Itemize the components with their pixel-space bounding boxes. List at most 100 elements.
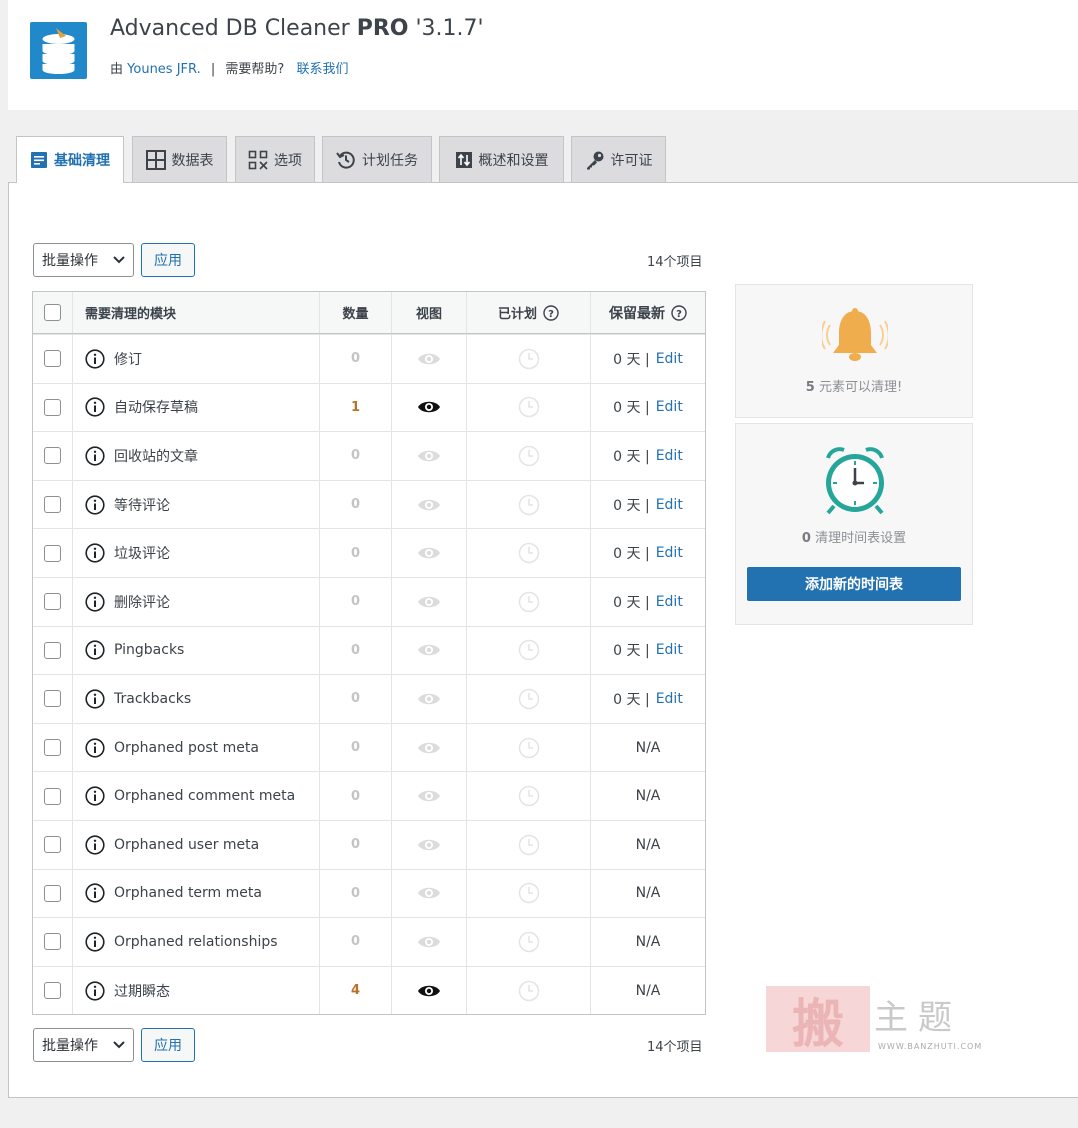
keep-last-value: 0 天 | [613, 546, 650, 563]
info-icon[interactable] [85, 980, 105, 1001]
sort-icon [455, 151, 472, 168]
info-icon[interactable] [85, 494, 105, 515]
item-count: 1 [350, 399, 361, 415]
clock-icon [518, 640, 539, 661]
tab-basic-clean[interactable]: 基础清理 [16, 136, 124, 183]
module-name: Orphaned post meta [114, 739, 259, 756]
item-count: 0 [350, 837, 361, 853]
key-icon [586, 151, 603, 169]
edit-link[interactable]: Edit [656, 399, 683, 415]
info-icon[interactable] [85, 446, 105, 466]
info-icon[interactable] [85, 543, 105, 563]
keep-last-value: 0 天 | [613, 643, 650, 660]
info-icon[interactable] [85, 689, 105, 709]
tab-license[interactable]: 许可证 [571, 136, 666, 182]
svg-text:?: ? [548, 309, 554, 320]
row-checkbox[interactable] [44, 496, 61, 514]
table-row: 自动保存草稿 1 0 天 | Edit [33, 382, 705, 432]
apply-button[interactable]: 应用 [141, 1028, 195, 1062]
bulk-action-select[interactable]: 批量操作 [33, 1028, 134, 1062]
help-icon[interactable]: ? [543, 304, 559, 321]
apply-button[interactable]: 应用 [141, 243, 195, 277]
info-icon[interactable] [85, 397, 105, 417]
info-icon[interactable] [85, 835, 105, 855]
info-icon[interactable] [85, 932, 105, 952]
eye-icon [418, 790, 440, 802]
chevron-down-icon [113, 256, 125, 264]
contact-link[interactable]: 联系我们 [296, 62, 348, 77]
clock-icon [518, 980, 539, 1001]
module-name: 回收站的文章 [114, 448, 198, 465]
chevron-down-icon [113, 1041, 125, 1049]
row-checkbox[interactable] [44, 398, 61, 416]
header-name: 需要清理的模块 [85, 307, 177, 322]
item-count: 0 [350, 594, 361, 610]
schedule-text: 0 清理时间表设置 [736, 527, 972, 546]
edit-link[interactable]: Edit [656, 351, 683, 367]
header-scheduled: 已计划 [497, 307, 537, 322]
tab-label: 概述和设置 [478, 152, 549, 169]
table-row: Orphaned post meta 0 N/A [33, 722, 705, 772]
row-checkbox[interactable] [44, 982, 61, 1000]
eye-icon [418, 888, 440, 899]
row-checkbox[interactable] [44, 884, 61, 902]
cleanable-summary-box: 5 元素可以清理! [735, 284, 973, 418]
row-checkbox[interactable] [44, 836, 61, 854]
row-checkbox[interactable] [44, 690, 61, 708]
row-checkbox[interactable] [44, 787, 61, 805]
table-row: Orphaned relationships 0 N/A [33, 917, 705, 966]
info-icon[interactable] [85, 737, 105, 758]
history-icon [336, 151, 355, 169]
keep-last-value: N/A [635, 739, 661, 756]
item-count: 0 [350, 351, 361, 367]
edit-link[interactable]: Edit [656, 545, 683, 561]
info-icon[interactable] [85, 349, 105, 369]
keep-last-value: 0 天 | [613, 351, 650, 368]
item-count: 0 [350, 740, 361, 756]
bulk-action-select[interactable]: 批量操作 [33, 243, 134, 277]
row-checkbox[interactable] [44, 447, 61, 465]
row-checkbox[interactable] [44, 593, 61, 611]
row-checkbox[interactable] [44, 544, 61, 562]
help-label: 需要帮助? [225, 62, 285, 77]
table-row: 过期瞬态 4 N/A [33, 965, 705, 1015]
info-icon[interactable] [85, 786, 105, 806]
edit-link[interactable]: Edit [656, 497, 683, 513]
separator: | [210, 62, 216, 77]
cleanable-text: 5 元素可以清理! [736, 376, 972, 395]
table-row: Orphaned user meta 0 N/A [33, 819, 705, 869]
table-row: 删除评论 0 0 天 | Edit [33, 576, 705, 626]
item-count: 0 [350, 885, 361, 901]
watermark: 搬 主题 WWW.BANZHUTI.COM [766, 986, 996, 1055]
tab-scheduled-tasks[interactable]: 计划任务 [322, 136, 432, 182]
table-row: 回收站的文章 0 0 天 | Edit [33, 431, 705, 480]
keep-last-value: 0 天 | [613, 400, 650, 417]
add-schedule-button[interactable]: 添加新的时间表 [747, 567, 961, 601]
author-link[interactable]: Younes JFR. [127, 62, 201, 77]
row-checkbox[interactable] [44, 641, 61, 659]
row-checkbox[interactable] [44, 739, 61, 757]
tab-tables[interactable]: 数据表 [132, 136, 227, 182]
row-checkbox[interactable] [44, 933, 61, 951]
help-icon[interactable]: ? [671, 304, 687, 321]
row-checkbox[interactable] [44, 350, 61, 368]
edit-link[interactable]: Edit [656, 448, 683, 464]
edit-link[interactable]: Edit [656, 691, 683, 707]
clock-icon [518, 931, 539, 953]
tab-overview-settings[interactable]: 概述和设置 [439, 136, 564, 182]
eye-icon[interactable] [417, 399, 441, 415]
edit-link[interactable]: Edit [656, 594, 683, 610]
tab-options[interactable]: 选项 [235, 136, 315, 182]
info-icon[interactable] [85, 640, 105, 660]
select-all-checkbox[interactable] [44, 304, 61, 321]
alarm-clock-icon [826, 447, 884, 515]
keep-last-value: N/A [635, 885, 661, 902]
cleanable-label: 元素可以清理! [818, 380, 903, 395]
edit-link[interactable]: Edit [656, 642, 683, 658]
clock-icon [518, 883, 539, 904]
eye-icon[interactable] [417, 983, 441, 999]
header-count[interactable]: 数量 [342, 303, 368, 322]
clock-icon [518, 737, 539, 758]
info-icon[interactable] [85, 592, 105, 612]
info-icon[interactable] [85, 883, 105, 903]
